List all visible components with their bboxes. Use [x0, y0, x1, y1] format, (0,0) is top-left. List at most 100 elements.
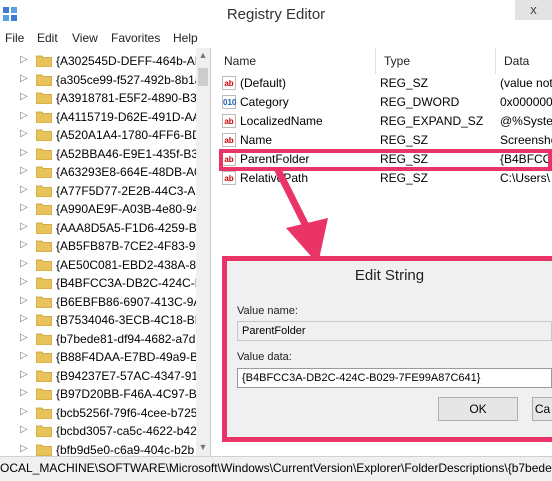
tree-item-label: {b7bede81-df94-4682-a7d	[56, 331, 196, 346]
tree-item[interactable]: ▷ {B94237E7-57AC-4347-915	[0, 367, 205, 385]
tree-item[interactable]: ▷ {A990AE9F-A03B-4e80-94	[0, 200, 200, 218]
expand-arrow-icon[interactable]: ▷	[20, 387, 28, 398]
tree-item[interactable]: ▷ {AE50C081-EBD2-438A-86	[0, 256, 203, 274]
expand-arrow-icon[interactable]: ▷	[20, 239, 28, 250]
tree-item[interactable]: ▷ {A4115719-D62E-491D-AA	[0, 108, 201, 126]
menu-view[interactable]: View	[72, 31, 98, 45]
expand-arrow-icon[interactable]: ▷	[20, 369, 28, 380]
string-value-icon: ab	[222, 133, 236, 147]
value-name: Category	[240, 95, 289, 109]
value-data: Screensho	[500, 133, 552, 147]
tree-item-label: {A302545D-DEFF-464b-AB	[56, 54, 203, 68]
value-row[interactable]: ab LocalizedName REG_EXPAND_SZ @%Syster	[216, 112, 552, 131]
folder-icon	[36, 314, 52, 326]
scroll-up-icon[interactable]: ▲	[196, 50, 210, 60]
close-button[interactable]: x	[515, 0, 552, 20]
expand-arrow-icon[interactable]: ▷	[20, 165, 28, 176]
tree-item-label: {B4BFCC3A-DB2C-424C-B	[56, 276, 203, 290]
expand-arrow-icon[interactable]: ▷	[20, 350, 28, 361]
expand-arrow-icon[interactable]: ▷	[20, 313, 28, 324]
tree-item-label: {B6EBFB86-6907-413C-9AF	[56, 294, 209, 309]
expand-arrow-icon[interactable]: ▷	[20, 424, 28, 435]
expand-arrow-icon[interactable]: ▷	[20, 295, 28, 306]
tree-item[interactable]: ▷ {A52BBA46-E9E1-435f-B3D	[0, 145, 207, 163]
folder-icon	[36, 74, 52, 86]
value-row[interactable]: 010 Category REG_DWORD 0x0000000	[216, 93, 552, 112]
cancel-button[interactable]: Ca	[532, 397, 552, 421]
tree-item[interactable]: ▷ {A63293E8-664E-48DB-A07	[0, 163, 207, 181]
expand-arrow-icon[interactable]: ▷	[20, 443, 28, 454]
scroll-thumb[interactable]	[198, 68, 208, 86]
tree-item[interactable]: ▷ {B7534046-3ECB-4C18-BE4	[0, 311, 209, 329]
expand-arrow-icon[interactable]: ▷	[20, 332, 28, 343]
value-type: REG_SZ	[380, 171, 429, 185]
tree-item[interactable]: ▷ {A302545D-DEFF-464b-AB	[0, 52, 203, 70]
tree-item-label: {A52BBA46-E9E1-435f-B3D	[56, 146, 207, 161]
tree-item-label: {AAA8D5A5-F1D6-4259-BA	[56, 220, 205, 235]
expand-arrow-icon[interactable]: ▷	[20, 221, 28, 232]
tree-scrollbar[interactable]: ▲ ▼	[196, 48, 210, 456]
tree-item[interactable]: ▷ {B4BFCC3A-DB2C-424C-B	[0, 274, 203, 292]
column-header-name[interactable]: Name	[216, 48, 376, 74]
expand-arrow-icon[interactable]: ▷	[20, 202, 28, 213]
expand-arrow-icon[interactable]: ▷	[20, 110, 28, 121]
tree-item[interactable]: ▷ {A77F5D77-2E2B-44C3-A6	[0, 182, 202, 200]
registry-key-tree[interactable]: ▷ {A302545D-DEFF-464b-AB ▷ {a305ce99-f527-4…	[0, 48, 211, 456]
column-header-type[interactable]: Type	[376, 48, 496, 74]
window-title: Registry Editor	[226, 6, 326, 23]
folder-icon	[36, 222, 52, 234]
tree-item[interactable]: ▷ {B6EBFB86-6907-413C-9AF	[0, 293, 209, 311]
parentfolder-highlight	[219, 149, 552, 171]
value-row[interactable]: ab (Default) REG_SZ (value not	[216, 74, 552, 93]
value-type: REG_EXPAND_SZ	[380, 114, 484, 128]
tree-item-label: {bfb9d5e0-c6a9-404c-b2b	[56, 442, 195, 457]
folder-icon	[36, 388, 52, 400]
value-name-label: Value name:	[237, 305, 298, 317]
status-bar-path: OCAL_MACHINE\SOFTWARE\Microsoft\Windows\…	[0, 456, 552, 481]
tree-item-label: {A990AE9F-A03B-4e80-94	[56, 202, 200, 216]
expand-arrow-icon[interactable]: ▷	[20, 73, 28, 84]
value-row[interactable]: ab Name REG_SZ Screensho	[216, 131, 552, 150]
tree-item[interactable]: ▷ {B97D20BB-F46A-4C97-BA	[0, 385, 205, 403]
scroll-down-icon[interactable]: ▼	[196, 442, 210, 452]
menu-file[interactable]: File	[5, 31, 24, 45]
ok-button[interactable]: OK	[438, 397, 518, 421]
value-data-input[interactable]: {B4BFCC3A-DB2C-424C-B029-7FE99A87C641}	[237, 368, 552, 388]
expand-arrow-icon[interactable]: ▷	[20, 406, 28, 417]
tree-item[interactable]: ▷ {bfb9d5e0-c6a9-404c-b2b	[0, 441, 196, 457]
tree-item[interactable]: ▷ {A3918781-E5F2-4890-B3D	[0, 89, 205, 107]
expand-arrow-icon[interactable]: ▷	[20, 184, 28, 195]
string-value-icon: ab	[222, 76, 236, 90]
binary-value-icon: 010	[222, 95, 236, 109]
tree-item[interactable]: ▷ {a305ce99-f527-492b-8b1a	[0, 71, 201, 89]
expand-arrow-icon[interactable]: ▷	[20, 54, 28, 65]
menu-favorites[interactable]: Favorites	[111, 31, 160, 45]
folder-icon	[36, 259, 52, 271]
string-value-icon: ab	[222, 171, 236, 185]
value-row[interactable]: ab RelativePath REG_SZ C:\Users\	[216, 169, 552, 188]
tree-item-label: {B88F4DAA-E7BD-49a9-B7	[56, 350, 205, 364]
folder-icon	[36, 185, 52, 197]
expand-arrow-icon[interactable]: ▷	[20, 128, 28, 139]
tree-item[interactable]: ▷ {bcb5256f-79f6-4cee-b725	[0, 404, 197, 422]
expand-arrow-icon[interactable]: ▷	[20, 147, 28, 158]
tree-item-label: {A4115719-D62E-491D-AA	[56, 109, 201, 124]
expand-arrow-icon[interactable]: ▷	[20, 276, 28, 287]
expand-arrow-icon[interactable]: ▷	[20, 258, 28, 269]
tree-item[interactable]: ▷ {A520A1A4-1780-4FF6-BD	[0, 126, 201, 144]
menu-edit[interactable]: Edit	[37, 31, 58, 45]
column-header-data[interactable]: Data	[496, 48, 552, 74]
tree-item-label: {bcbd3057-ca5c-4622-b42	[56, 424, 197, 438]
value-name-field[interactable]: ParentFolder	[237, 321, 552, 341]
tree-item[interactable]: ▷ {AAA8D5A5-F1D6-4259-BA	[0, 219, 205, 237]
value-data-label: Value data:	[237, 351, 292, 363]
menu-help[interactable]: Help	[173, 31, 198, 45]
tree-item[interactable]: ▷ {b7bede81-df94-4682-a7d	[0, 330, 196, 348]
tree-item[interactable]: ▷ {AB5FB87B-7CE2-4F83-915	[0, 237, 209, 255]
tree-item-label: {A520A1A4-1780-4FF6-BD	[56, 128, 201, 142]
tree-item[interactable]: ▷ {bcbd3057-ca5c-4622-b42	[0, 422, 197, 440]
expand-arrow-icon[interactable]: ▷	[20, 91, 28, 102]
tree-item-label: {A3918781-E5F2-4890-B3D	[56, 91, 206, 105]
tree-item[interactable]: ▷ {B88F4DAA-E7BD-49a9-B7	[0, 348, 205, 366]
folder-icon	[36, 166, 52, 178]
